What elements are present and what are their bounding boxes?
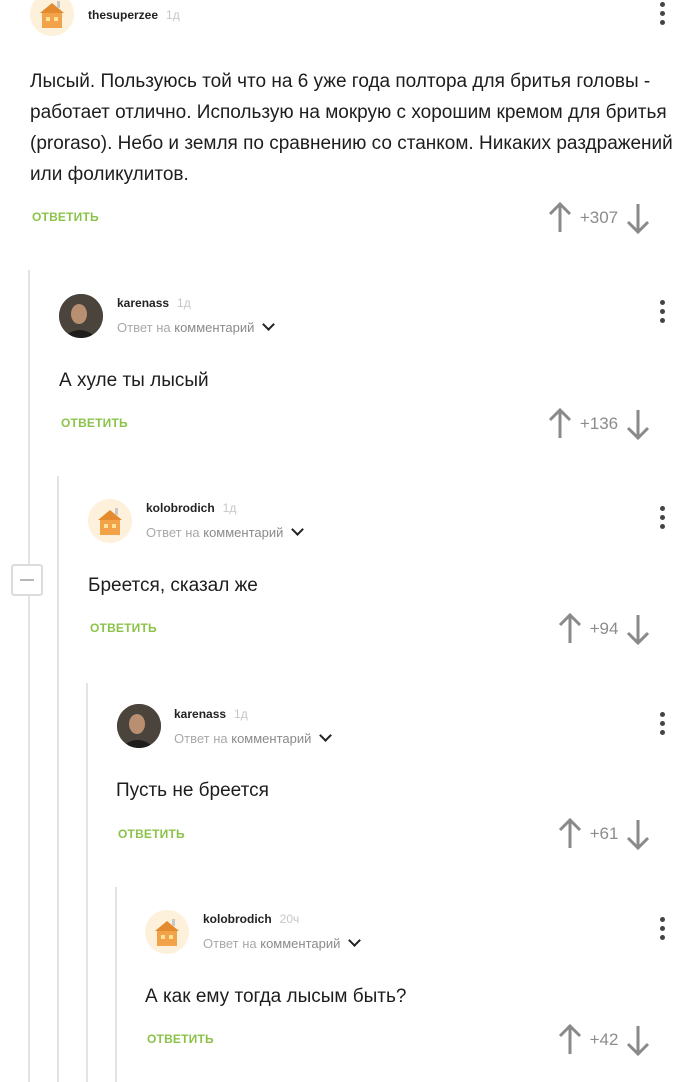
more-options-icon[interactable] (660, 300, 666, 327)
thread-line (86, 683, 88, 1082)
chevron-down-icon[interactable] (319, 729, 333, 742)
thread-line (57, 476, 59, 1082)
avatar (59, 294, 103, 338)
house-avatar-icon (30, 0, 74, 36)
downvote-arrow-icon[interactable] (626, 818, 650, 850)
avatar (30, 0, 74, 36)
rating: +307 (579, 208, 619, 227)
comment-text: Бреется, сказал же (88, 575, 258, 596)
comment-text: А как ему тогда лысым быть? (145, 986, 407, 1007)
author-name[interactable]: karenass (117, 296, 169, 310)
house-avatar-icon (88, 499, 132, 543)
user-photo-icon (117, 704, 161, 748)
comment-time: 1д (222, 501, 237, 515)
comment-author[interactable]: thesuperzee 1д (88, 8, 180, 22)
reply-to-link[interactable]: Ответ на комментарий (203, 934, 362, 951)
reply-button[interactable]: ОТВЕТИТЬ (147, 1032, 214, 1046)
minus-icon (20, 579, 34, 581)
comment-author[interactable]: karenass 1д (174, 707, 248, 721)
vote-widget: +42 (558, 1020, 650, 1060)
downvote-arrow-icon[interactable] (626, 613, 650, 645)
vote-widget: +94 (558, 609, 650, 649)
comment-author[interactable]: kolobrodich 20ч (203, 912, 299, 926)
collapse-thread-button[interactable] (11, 564, 43, 596)
reply-to-prefix: Ответ на (203, 936, 257, 951)
rating: +94 (589, 619, 619, 638)
reply-to-prefix: Ответ на (174, 731, 228, 746)
reply-button[interactable]: ОТВЕТИТЬ (90, 621, 157, 635)
reply-to-target[interactable]: комментарий (174, 320, 254, 335)
rating: +42 (589, 1030, 619, 1049)
reply-to-target[interactable]: комментарий (260, 936, 340, 951)
reply-to-link[interactable]: Ответ на комментарий (174, 729, 333, 746)
more-options-icon[interactable] (660, 917, 666, 944)
comment-time: 1д (177, 296, 191, 310)
vote-widget: +136 (548, 404, 650, 444)
more-options-icon[interactable] (660, 506, 666, 533)
author-name[interactable]: karenass (174, 707, 226, 721)
more-options-icon[interactable] (660, 712, 666, 739)
avatar (145, 910, 189, 954)
downvote-arrow-icon[interactable] (626, 1024, 650, 1056)
reply-button[interactable]: ОТВЕТИТЬ (61, 416, 128, 430)
downvote-arrow-icon[interactable] (626, 202, 650, 234)
author-name[interactable]: kolobrodich (146, 501, 215, 515)
vote-widget: +61 (558, 814, 650, 854)
comment-text: А хуле ты лысый (59, 370, 209, 391)
reply-to-target[interactable]: комментарий (203, 525, 283, 540)
avatar (117, 704, 161, 748)
upvote-arrow-icon[interactable] (548, 408, 572, 440)
reply-button[interactable]: ОТВЕТИТЬ (32, 210, 99, 224)
upvote-arrow-icon[interactable] (558, 818, 582, 850)
comment-author[interactable]: kolobrodich 1д (146, 501, 236, 515)
comment-author[interactable]: karenass 1д (117, 296, 191, 310)
reply-button[interactable]: ОТВЕТИТЬ (118, 827, 185, 841)
upvote-arrow-icon[interactable] (548, 202, 572, 234)
avatar (88, 499, 132, 543)
reply-to-prefix: Ответ на (117, 320, 171, 335)
reply-to-link[interactable]: Ответ на комментарий (146, 523, 305, 540)
user-photo-icon (59, 294, 103, 338)
house-avatar-icon (145, 910, 189, 954)
rating: +136 (579, 414, 619, 433)
thread-line (28, 270, 30, 1082)
comment-text: Пусть не бреется (116, 780, 269, 801)
reply-to-prefix: Ответ на (146, 525, 200, 540)
upvote-arrow-icon[interactable] (558, 613, 582, 645)
vote-widget: +307 (548, 198, 650, 238)
upvote-arrow-icon[interactable] (558, 1024, 582, 1056)
chevron-down-icon[interactable] (262, 318, 276, 331)
comment-time: 1д (234, 707, 248, 721)
more-options-icon[interactable] (660, 2, 666, 29)
reply-to-target[interactable]: комментарий (231, 731, 311, 746)
chevron-down-icon[interactable] (348, 934, 362, 947)
author-name[interactable]: thesuperzee (88, 8, 158, 22)
chevron-down-icon[interactable] (291, 523, 305, 536)
comment-time: 20ч (279, 912, 300, 926)
comment-time: 1д (166, 8, 180, 22)
downvote-arrow-icon[interactable] (626, 408, 650, 440)
comment-text: Лысый. Пользуюсь той что на 6 уже года п… (30, 71, 673, 185)
reply-to-link[interactable]: Ответ на комментарий (117, 318, 276, 335)
author-name[interactable]: kolobrodich (203, 912, 272, 926)
thread-line (115, 887, 117, 1082)
rating: +61 (589, 824, 619, 843)
